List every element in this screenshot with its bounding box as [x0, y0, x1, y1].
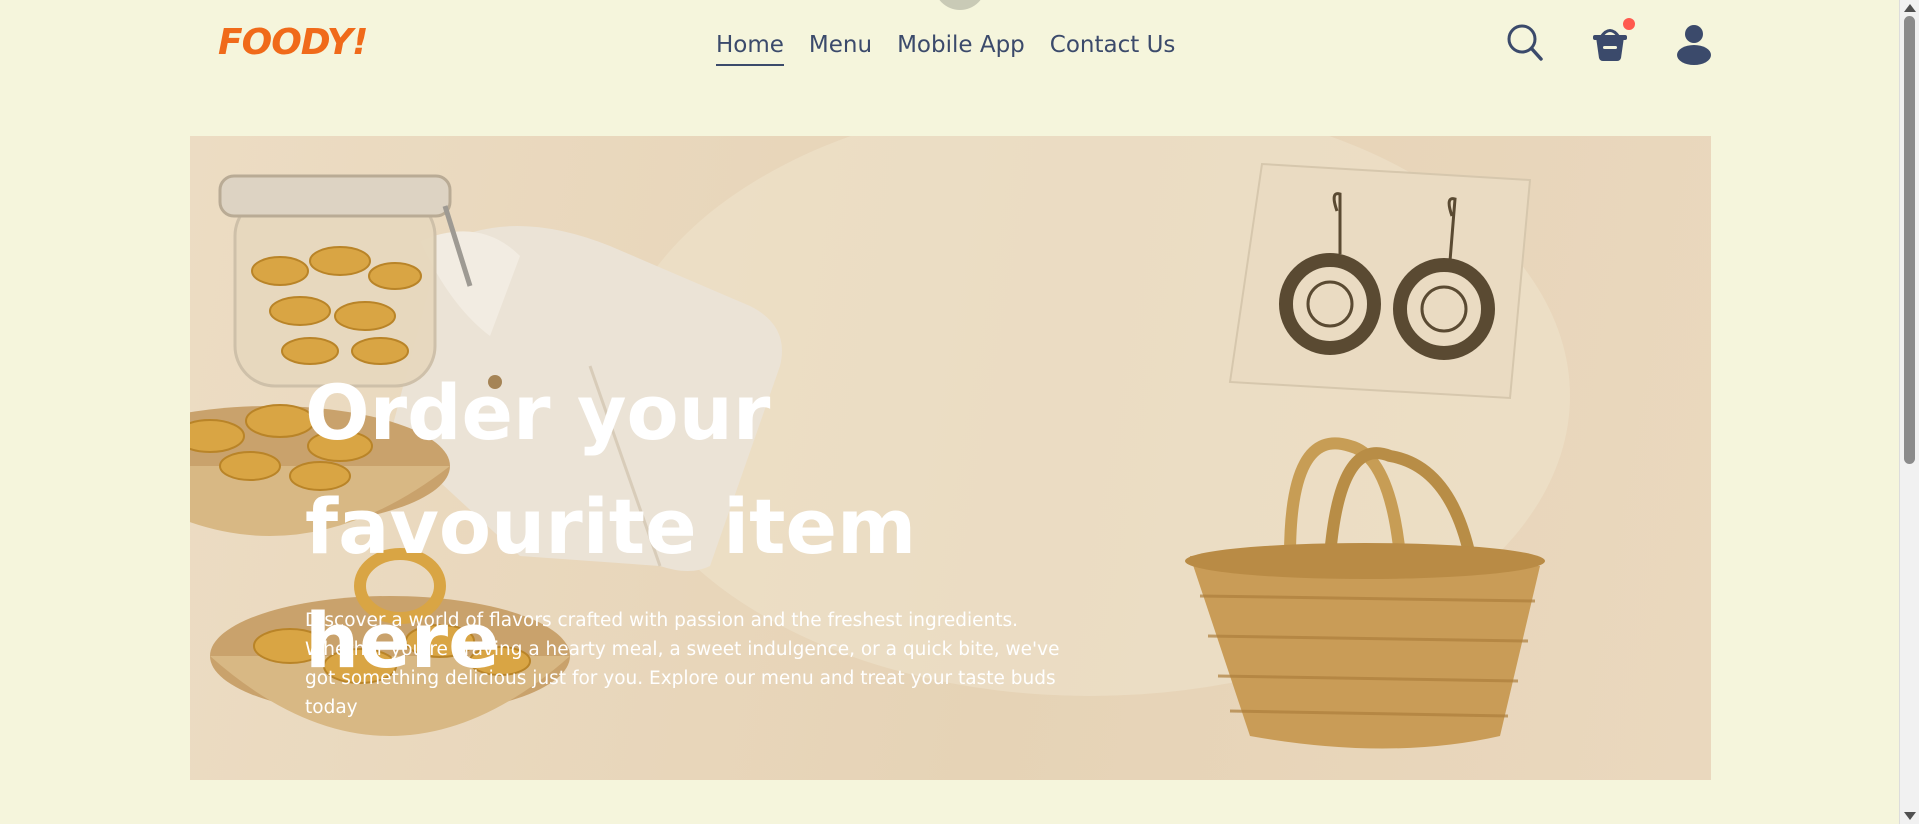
nav-home[interactable]: Home	[716, 32, 784, 66]
scroll-up-arrow-icon[interactable]	[1904, 4, 1916, 12]
scroll-down-arrow-icon[interactable]	[1904, 812, 1916, 820]
nav-menu[interactable]: Menu	[809, 32, 872, 66]
cart-button[interactable]	[1591, 18, 1635, 66]
basket-icon	[1593, 29, 1627, 61]
main-nav: Home Menu Mobile App Contact Us	[716, 32, 1175, 66]
profile-button[interactable]	[1676, 24, 1712, 70]
nav-contact-us[interactable]: Contact Us	[1050, 32, 1176, 66]
logo[interactable]: FOODY!	[218, 22, 368, 63]
user-icon	[1677, 25, 1711, 65]
nav-mobile-app[interactable]: Mobile App	[897, 32, 1025, 66]
search-icon	[1507, 24, 1543, 61]
search-button[interactable]	[1506, 22, 1544, 66]
page-scrollbar[interactable]	[1899, 0, 1919, 824]
hero-banner: Order your favourite item here Discover …	[190, 136, 1711, 780]
scrollbar-thumb[interactable]	[1904, 16, 1915, 464]
cart-notification-badge	[1623, 18, 1635, 30]
floating-circle	[934, 0, 986, 10]
hero-description: Discover a world of flavors crafted with…	[305, 610, 1060, 718]
